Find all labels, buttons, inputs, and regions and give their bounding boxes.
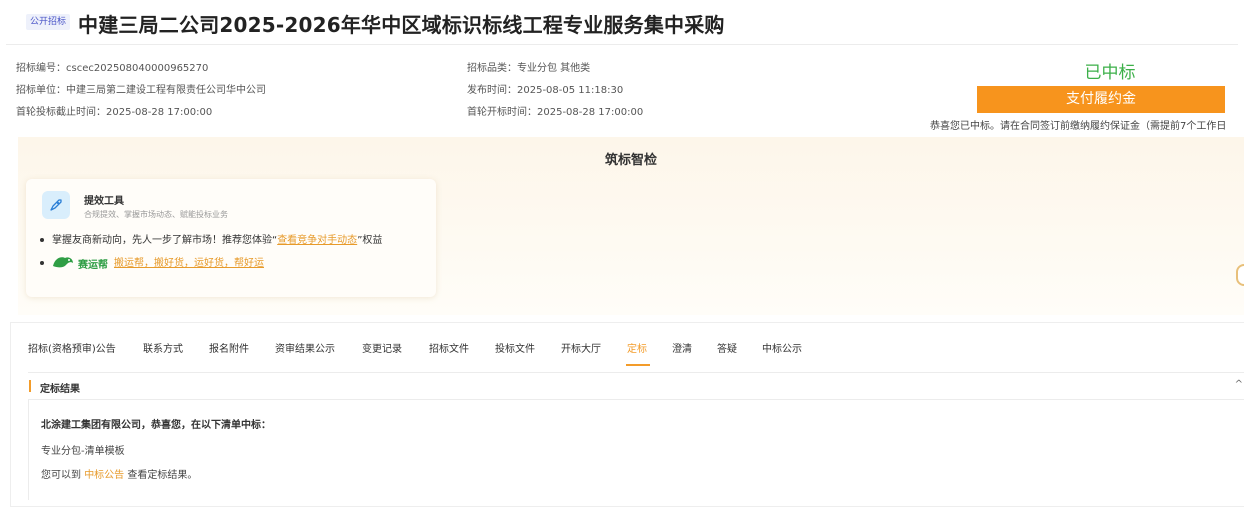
tab-bid-opening-hall[interactable]: 开标大厅 — [561, 340, 601, 355]
tab-prequal-results[interactable]: 资审结果公示 — [275, 340, 335, 355]
efficiency-tool-card: 提效工具 合规提效、掌握市场动态、赋能投标业务 掌握友商新动向，先人一步了解市场… — [26, 179, 436, 297]
brand-logo-icon — [52, 255, 74, 272]
tab-announcement[interactable]: 招标(资格预审)公告 — [28, 340, 116, 355]
detail-tabs: 招标(资格预审)公告 联系方式 报名附件 资审结果公示 变更记录 招标文件 投标… — [11, 323, 1244, 367]
see-result-text: 您可以到 中标公告 查看定标结果。 — [41, 466, 197, 481]
procurement-type-badge: 公开招标 — [26, 14, 71, 30]
tool-name: 提效工具 — [84, 196, 124, 207]
tender-unit: 招标单位：中建三局第二建设工程有限责任公司华中公司 — [16, 85, 266, 96]
smart-check-title: 筑标智检 — [604, 153, 657, 168]
tender-number: 招标编号：cscec202508040000965270 — [16, 63, 209, 74]
tab-bid-docs[interactable]: 投标文件 — [495, 340, 535, 355]
competitor-dynamics-link[interactable]: 查看竞争对手动态 — [277, 235, 357, 246]
publish-time: 发布时间：2025-08-05 11:18:30 — [467, 85, 624, 96]
see-suffix: 查看定标结果。 — [124, 470, 198, 481]
tab-signup-attachments[interactable]: 报名附件 — [209, 340, 249, 355]
rocket-icon — [42, 191, 70, 219]
winner-announcement-link[interactable]: 中标公告 — [84, 470, 124, 481]
tab-change-log[interactable]: 变更记录 — [362, 340, 402, 355]
brand-name: 赛运帮 — [78, 259, 108, 271]
tender-info-left: 招标编号：cscec202508040000965270 招标单位：中建三局第二… — [16, 58, 266, 124]
tab-tender-docs[interactable]: 招标文件 — [429, 340, 469, 355]
tab-clarification[interactable]: 澄清 — [672, 340, 692, 355]
chevron-up-icon[interactable]: ^ — [1235, 379, 1243, 390]
tab-contact[interactable]: 联系方式 — [143, 340, 183, 355]
detail-panel: 招标(资格预审)公告 联系方式 报名附件 资审结果公示 变更记录 招标文件 投标… — [10, 322, 1244, 507]
smart-check-panel: 筑标智检 提效工具 合规提效、掌握市场动态、赋能投标业务 掌握友商新动向，先人一… — [18, 137, 1244, 315]
tender-category: 招标品类：专业分包 其他类 — [467, 63, 591, 74]
awarded-lot: 专业分包-清单模板 — [41, 446, 125, 457]
page-title: 中建三局二公司2025-2026年华中区域标识标线工程专业服务集中采购 — [78, 13, 725, 37]
bid-deadline: 首轮投标截止时间：2025-08-28 17:00:00 — [16, 107, 213, 118]
bid-open-time: 首轮开标时间：2025-08-28 17:00:00 — [467, 107, 644, 118]
winner-message: 北涂建工集团有限公司，恭喜您，在以下清单中标： — [41, 420, 271, 431]
bullet-dot — [40, 261, 44, 265]
won-status: 已中标 — [1084, 63, 1136, 83]
floating-side-button[interactable] — [1236, 264, 1244, 286]
tab-winner-notice[interactable]: 中标公示 — [762, 340, 802, 355]
tool-desc: 合规提效、掌握市场动态、赋能投标业务 — [84, 210, 228, 219]
competitor-tip: 掌握友商新动向，先人一步了解市场！推荐您体验“查看竞争对手动态”权益 — [40, 231, 382, 246]
page-header: 公开招标 中建三局二公司2025-2026年华中区域标识标线工程专业服务集中采购 — [0, 0, 1244, 46]
tip-text: 掌握友商新动向，先人一步了解市场！推荐您体验“ — [52, 235, 278, 246]
tab-qa[interactable]: 答疑 — [717, 340, 737, 355]
active-tab-indicator — [626, 364, 650, 366]
award-result-header[interactable]: 定标结果 ^ — [28, 372, 1244, 400]
see-prefix: 您可以到 — [41, 470, 85, 481]
congrats-notice: 恭喜您已中标。请在合同签订前缴纳履约保证金（需提前7个工作日 — [930, 121, 1227, 132]
brand-promo-link[interactable]: 搬运帮，搬好货，运好货，帮好运 — [114, 258, 264, 269]
tender-info-right: 招标品类：专业分包 其他类 发布时间：2025-08-05 11:18:30 首… — [467, 58, 643, 124]
section-marker — [29, 380, 31, 392]
title-divider — [6, 44, 1238, 45]
award-result-body: 北涂建工集团有限公司，恭喜您，在以下清单中标： 专业分包-清单模板 您可以到 中… — [28, 400, 1244, 500]
award-result-title: 定标结果 — [40, 384, 80, 395]
tab-award[interactable]: 定标 — [627, 340, 647, 355]
bullet-dot — [40, 238, 44, 242]
pay-performance-bond-button[interactable]: 支付履约金 — [977, 86, 1225, 113]
brand-promo: 赛运帮 搬运帮，搬好货，运好货，帮好运 — [40, 254, 264, 272]
tip-suffix: ”权益 — [357, 235, 383, 246]
